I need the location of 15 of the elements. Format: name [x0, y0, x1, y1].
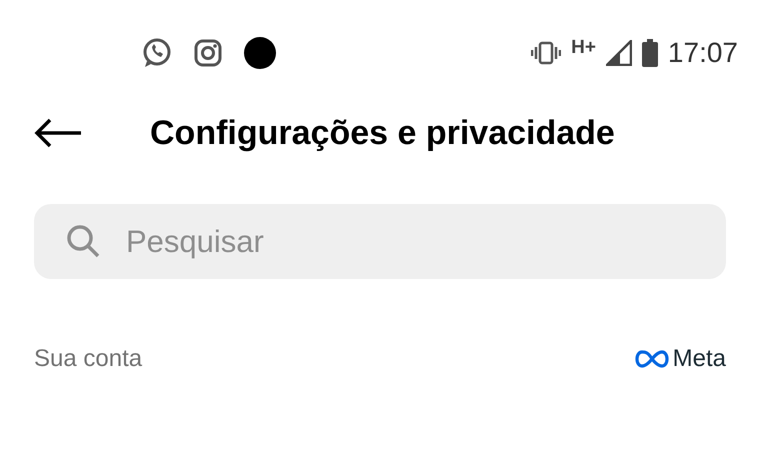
battery-icon	[642, 39, 658, 67]
back-arrow-icon[interactable]	[34, 118, 82, 148]
section-title: Sua conta	[34, 345, 142, 373]
chat-bubble-icon	[141, 37, 173, 69]
vibrate-icon	[531, 41, 562, 65]
brand-name: Meta	[672, 345, 726, 373]
camera-icon	[193, 38, 223, 68]
signal-icon	[606, 40, 632, 66]
search-field[interactable]: Pesquisar	[34, 204, 726, 279]
dot-icon	[243, 36, 277, 70]
page-title: Configurações e privacidade	[150, 114, 615, 152]
network-type: H+	[571, 37, 596, 59]
infinity-logo-icon	[634, 350, 669, 368]
clock: 17:07	[668, 37, 738, 69]
search-icon	[66, 224, 100, 258]
